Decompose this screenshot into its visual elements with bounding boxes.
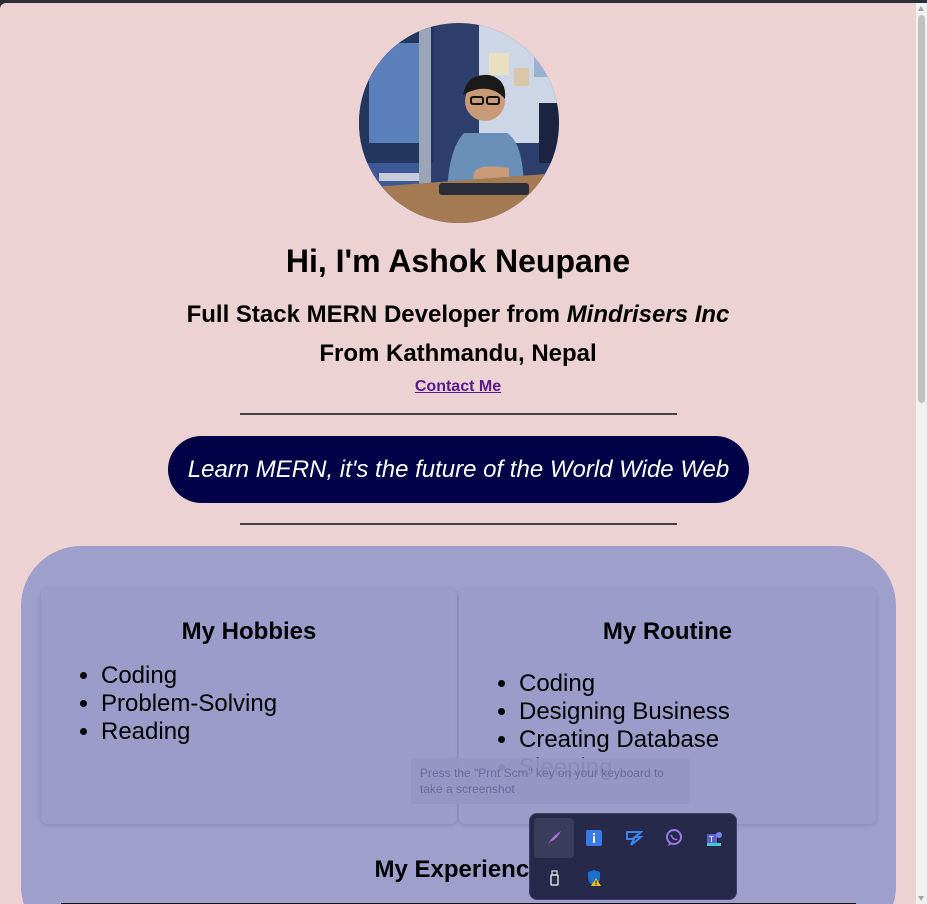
contact-container: Contact Me [0,378,916,396]
scrollbar-thumb[interactable] [918,15,925,403]
divider-bottom [240,523,677,525]
screenshot-tooltip: Press the "Prnt Scrn" key on your keyboa… [411,758,690,804]
usb-drive-icon[interactable] [534,858,574,898]
hobbies-card: My Hobbies Coding Problem-Solving Readin… [41,589,457,824]
info-section: My Hobbies Coding Problem-Solving Readin… [21,546,896,904]
hobbies-list: Coding Problem-Solving Reading [41,662,277,746]
list-item: Coding [101,662,277,690]
vpn-shield-icon[interactable] [614,818,654,858]
defender-warning-icon[interactable] [574,858,614,898]
list-item: Coding [519,670,730,698]
divider-top [240,413,677,415]
info-icon[interactable] [574,818,614,858]
feather-icon[interactable] [534,818,574,858]
vertical-scrollbar[interactable] [916,3,927,904]
system-tray-overflow: T [529,813,737,900]
scroll-up-arrow-icon[interactable] [918,6,924,11]
svg-text:T: T [709,835,714,844]
experience-title: My Experience [374,856,543,883]
teams-icon[interactable]: T [694,818,734,858]
routine-title: My Routine [602,618,733,645]
mern-banner: Learn MERN, it's the future of the World… [168,436,749,503]
company-name: Mindrisers Inc [566,301,730,328]
list-item: Designing Business [519,698,730,726]
hobbies-title: My Hobbies [181,618,317,645]
location-heading: From Kathmandu, Nepal [319,340,597,367]
profile-avatar [359,23,559,223]
scroll-down-arrow-icon[interactable] [918,896,924,901]
page-title: Hi, I'm Ashok Neupane [285,243,631,279]
role-heading: Full Stack MERN Developer from Mindriser… [0,301,916,329]
viber-icon[interactable] [654,818,694,858]
list-item: Reading [101,718,277,746]
list-item: Problem-Solving [101,690,277,718]
list-item: Creating Database [519,726,730,754]
role-text: Full Stack MERN Developer from [186,301,567,328]
contact-link[interactable]: Contact Me [415,378,501,395]
